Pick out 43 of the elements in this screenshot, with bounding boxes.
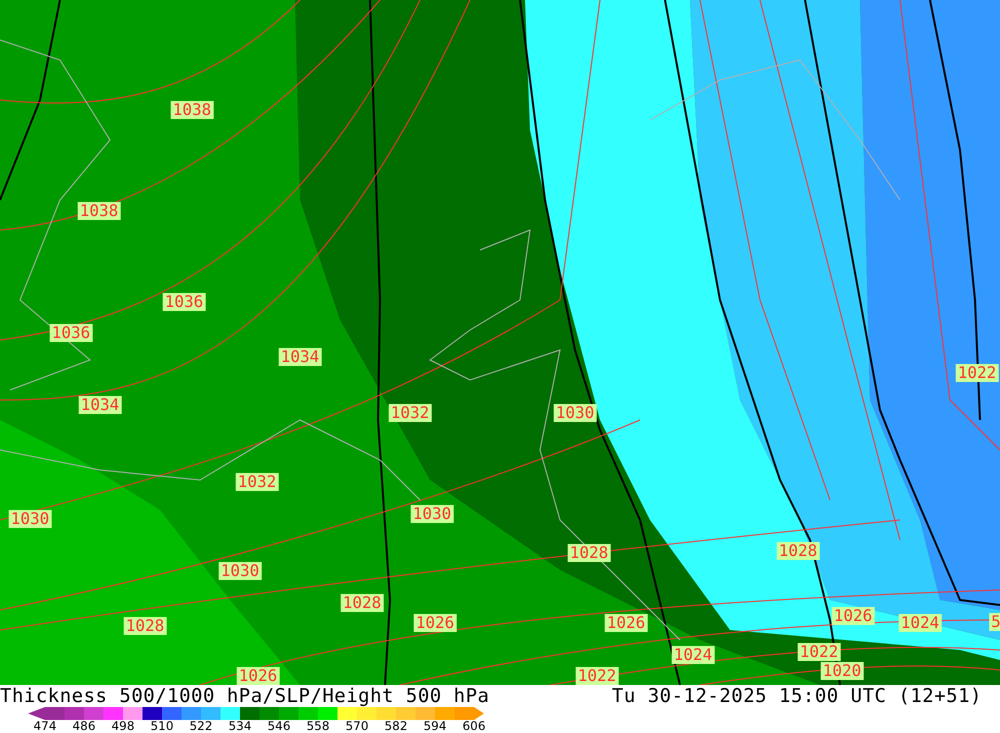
isobar-label: 1038 xyxy=(78,202,120,220)
isobar-label: 1024 xyxy=(898,614,942,632)
isobar-label: 1032 xyxy=(388,404,432,422)
isobar-label: 1022 xyxy=(956,364,998,382)
isobar-label: 1028 xyxy=(568,544,610,562)
isobar-label: 1028 xyxy=(776,542,820,560)
scale-tick-label: 522 xyxy=(190,720,212,733)
scale-tick-label: 534 xyxy=(228,720,252,733)
scale-tick-label: 474 xyxy=(34,720,56,733)
isobar-label: 1026 xyxy=(236,667,280,685)
isobar-label: 1038 xyxy=(170,101,214,119)
scale-tick-label: 594 xyxy=(424,720,446,733)
isobar-label: 1030 xyxy=(410,505,454,523)
isobar-label: 1034 xyxy=(278,348,322,366)
isobar-label: 1026 xyxy=(414,614,456,632)
isobar-label: 1028 xyxy=(340,594,384,612)
isobar-label: 1034 xyxy=(78,396,122,414)
scale-tick-label: 582 xyxy=(384,720,408,733)
scale-tick-label: 606 xyxy=(462,720,486,733)
scale-tick-label: 498 xyxy=(112,720,134,733)
isobar-label: 1024 xyxy=(672,646,714,664)
isobar-label: 1030 xyxy=(218,562,262,580)
isobar-label: 1032 xyxy=(236,473,278,491)
scale-end-icon xyxy=(28,707,45,720)
isobar-label: 1036 xyxy=(50,324,92,342)
scale-tick-label: 510 xyxy=(150,720,174,733)
scale-tick-label: 558 xyxy=(306,720,330,733)
scale-tick-label: 546 xyxy=(268,720,290,733)
isobar-label: 1030 xyxy=(554,404,596,422)
isobar-label: 1036 xyxy=(162,293,206,311)
isobar-label: 1030 xyxy=(8,510,52,528)
isobar-label: 1020 xyxy=(820,662,864,680)
isobar-label: 1022 xyxy=(576,667,618,685)
isobar-label: 1028 xyxy=(124,617,166,635)
scale-tick-label: 570 xyxy=(346,720,368,733)
map-title: Thickness 500/1000 hPa/SLP/Height 500 hPa xyxy=(0,685,490,707)
isobar-label: 1026 xyxy=(832,607,874,625)
isobar-label: 1026 xyxy=(604,614,648,632)
valid-time: Tu 30-12-2025 15:00 UTC (12+51) xyxy=(612,685,982,707)
scale-end-icon xyxy=(474,707,484,720)
isobar-label: 5 xyxy=(989,613,1000,631)
isobar-label: 1022 xyxy=(798,643,840,661)
scale-tick-label: 486 xyxy=(72,720,96,733)
